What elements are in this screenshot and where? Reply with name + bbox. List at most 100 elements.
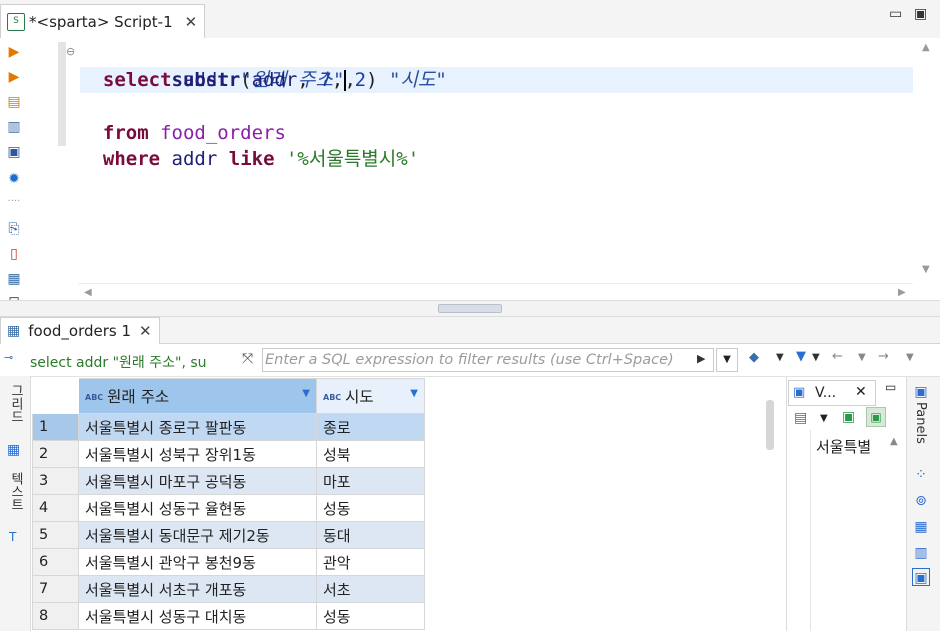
value-view-icon[interactable]: ▣ (912, 568, 930, 586)
table-row[interactable]: 6 서울특별시 관악구 봉천9동 관악 (32, 548, 425, 576)
load-script-icon[interactable]: ▯ (5, 245, 23, 263)
save-icon[interactable]: ▣ (842, 409, 855, 425)
cell-sido[interactable]: 성북 (316, 440, 425, 468)
cell-addr[interactable]: 서울특별시 서초구 개포동 (78, 575, 317, 603)
sql-script-icon: S (7, 12, 25, 31)
close-icon[interactable]: ✕ (185, 13, 198, 31)
text-icon[interactable]: T (9, 530, 16, 544)
cell-addr[interactable]: 서울특별시 관악구 봉천9동 (78, 548, 317, 576)
export-icon[interactable]: ⎘ (5, 220, 23, 238)
minimize-icon[interactable]: ▭ (885, 380, 896, 394)
tab-script-1[interactable]: S *<sparta> Script-1 ✕ (0, 4, 205, 38)
cell-sido[interactable]: 종로 (316, 413, 425, 441)
row-number[interactable]: 5 (32, 521, 79, 549)
cell-addr[interactable]: 서울특별시 성북구 장위1동 (78, 440, 317, 468)
cell-sido[interactable]: 관악 (316, 548, 425, 576)
close-icon[interactable]: ✕ (139, 322, 152, 340)
filter-history-dropdown[interactable]: ▼ (716, 348, 738, 372)
column-header-addr[interactable]: ABC 원래 주소 ▼ (78, 378, 317, 414)
chevron-down-icon[interactable]: ▼ (858, 352, 866, 363)
sort-icon[interactable]: ▼ (410, 388, 418, 399)
row-number[interactable]: 4 (32, 494, 79, 522)
cell-sido[interactable]: 서초 (316, 575, 425, 603)
cell-sido[interactable]: 동대 (316, 521, 425, 549)
cell-addr[interactable]: 서울특별시 동대문구 제기2동 (78, 521, 317, 549)
forward-icon[interactable]: → (878, 349, 889, 364)
execute-statement-icon[interactable]: ▶ (5, 43, 23, 61)
sort-icon[interactable]: ▼ (302, 388, 310, 399)
row-number[interactable]: 7 (32, 575, 79, 603)
cell-addr[interactable]: 서울특별시 성동구 율현동 (78, 494, 317, 522)
tab-grid[interactable]: 그리드 (6, 384, 25, 423)
cell-sido[interactable]: 성동 (316, 602, 425, 630)
scroll-up-icon[interactable]: ▲ (922, 42, 930, 53)
execute-script-icon[interactable]: ▤ (5, 93, 23, 111)
scroll-down-icon[interactable]: ▼ (922, 264, 930, 275)
scroll-left-icon[interactable]: ◀ (84, 287, 92, 298)
gear-icon[interactable]: ✹ (5, 170, 23, 188)
table-row[interactable]: 2 서울특별시 성북구 장위1동 성북 (32, 440, 425, 468)
clear-filter-icon[interactable]: ◆ (749, 350, 759, 365)
apply-filter-icon[interactable]: ▶ (697, 352, 705, 365)
chevron-down-icon[interactable]: ▼ (820, 413, 828, 424)
table-row[interactable]: 7 서울특별시 서초구 개포동 서초 (32, 575, 425, 603)
table-row[interactable]: 4 서울특별시 성동구 율현동 성동 (32, 494, 425, 522)
explain-plan-icon[interactable]: ▥ (5, 118, 23, 136)
tab-title: *<sparta> Script-1 (29, 12, 173, 31)
variables-icon[interactable]: ▦ (5, 270, 23, 288)
chevron-down-icon[interactable]: ▼ (812, 352, 820, 363)
editor-vertical-scrollbar[interactable]: ▲ ▼ (913, 38, 940, 283)
maximize-icon[interactable]: ▣ (914, 6, 927, 22)
tab-food-orders-1[interactable]: ▦ food_orders 1 ✕ (0, 317, 160, 344)
group-icon[interactable]: ⁘ (912, 466, 930, 484)
cell-sido[interactable]: 성동 (316, 494, 425, 522)
header-row: ABC 원래 주소 ▼ ABC 시도 ▼ (32, 378, 425, 414)
metadata-icon[interactable]: ▦ (912, 518, 930, 536)
table-row[interactable]: 8 서울특별시 성동구 대치동 성동 (32, 602, 425, 630)
row-number[interactable]: 6 (32, 548, 79, 576)
line-gutter (30, 38, 78, 300)
row-number[interactable]: 8 (32, 602, 79, 630)
panels-toggle-icon[interactable]: ▣ (912, 383, 930, 401)
cell-addr[interactable]: 서울특별시 마포구 공덕동 (78, 467, 317, 495)
terminal-icon[interactable]: ▣ (5, 143, 23, 161)
value-viewer-body[interactable] (810, 430, 887, 631)
table-icon: ▦ (7, 323, 21, 339)
chevron-down-icon[interactable]: ▼ (906, 352, 914, 363)
filter-input[interactable]: Enter a SQL expression to filter results… (262, 348, 714, 372)
scroll-right-icon[interactable]: ▶ (898, 287, 906, 298)
auto-apply-icon[interactable]: ▣ (866, 407, 886, 427)
grid-icon[interactable]: ▦ (7, 442, 20, 458)
row-number[interactable]: 2 (32, 440, 79, 468)
cell-sido[interactable]: 마포 (316, 467, 425, 495)
table-row[interactable]: 5 서울특별시 동대문구 제기2동 동대 (32, 521, 425, 549)
expand-filter-icon[interactable]: ⤧ (242, 351, 253, 367)
chart-icon[interactable]: ▥ (912, 544, 930, 562)
cell-addr[interactable]: 서울특별시 성동구 대치동 (78, 602, 317, 630)
filter-icon[interactable]: ▼ (796, 349, 806, 364)
splitter-handle[interactable] (438, 304, 502, 313)
fold-range-bar (58, 42, 66, 146)
tab-value-viewer[interactable]: ▣ V... ✕ (788, 380, 876, 406)
row-number[interactable]: 3 (32, 467, 79, 495)
execute-new-tab-icon[interactable]: ▶ (5, 68, 23, 86)
grid-scrollbar-thumb[interactable] (766, 400, 774, 450)
back-icon[interactable]: ← (832, 349, 843, 364)
close-icon[interactable]: ✕ (855, 384, 867, 400)
text-type-icon: ABC (85, 393, 104, 402)
table-row[interactable]: 3 서울특별시 마포구 공덕동 마포 (32, 467, 425, 495)
chevron-down-icon[interactable]: ▼ (776, 352, 784, 363)
table-row[interactable]: 1 서울특별시 종로구 팔판동 종로 (32, 413, 425, 441)
row-number[interactable]: 1 (32, 413, 79, 441)
column-header-sido[interactable]: ABC 시도 ▼ (316, 378, 425, 414)
minimize-icon[interactable]: ▭ (889, 6, 902, 22)
code-line-1: select addr "원래 주소", (102, 69, 356, 91)
content-viewer-icon[interactable]: ▤ (794, 410, 807, 426)
fold-collapse-icon[interactable]: ⊖ (66, 45, 75, 58)
panels-label[interactable]: Panels (913, 402, 928, 444)
tab-text[interactable]: 텍스트 (6, 472, 25, 511)
scroll-up-icon[interactable]: ▲ (890, 436, 898, 447)
query-summary[interactable]: select addr "원래 주소", su (30, 352, 236, 372)
aggregate-icon[interactable]: ⊚ (912, 492, 930, 510)
cell-addr[interactable]: 서울특별시 종로구 팔판동 (78, 413, 317, 441)
